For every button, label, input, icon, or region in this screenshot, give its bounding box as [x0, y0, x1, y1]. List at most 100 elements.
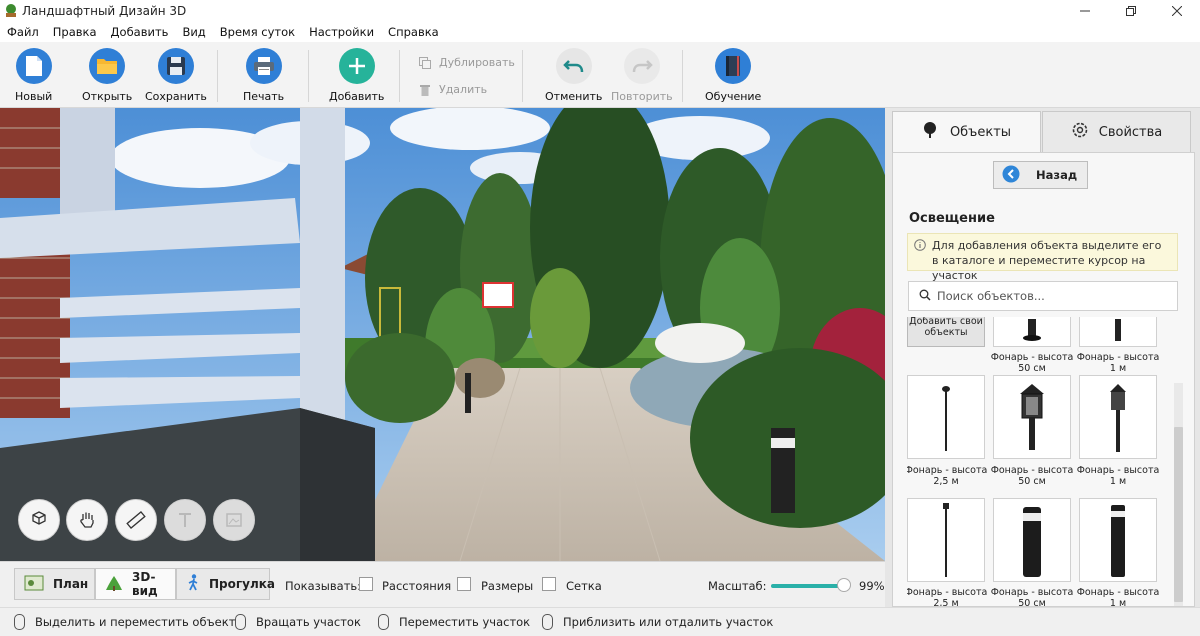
lamp-item-2-5m[interactable] — [907, 375, 985, 459]
toolbar-separator — [522, 50, 523, 102]
tab-objects[interactable]: Объекты — [892, 111, 1041, 152]
menu-settings[interactable]: Настройки — [302, 22, 381, 42]
lamp-item-2-5m[interactable] — [907, 498, 985, 582]
scale-slider-thumb[interactable] — [837, 578, 851, 592]
undo-button[interactable]: Отменить — [545, 48, 602, 103]
show-label: Показывать: — [285, 579, 362, 593]
toolbar-separator — [399, 50, 400, 102]
plan-icon — [24, 575, 44, 594]
short-bollard-lamp-icon — [1023, 319, 1041, 341]
menu-help[interactable]: Справка — [381, 22, 446, 42]
toolbar-separator — [308, 50, 309, 102]
print-button[interactable]: Печать — [243, 48, 284, 103]
tall-thin-lamp-icon — [943, 503, 949, 577]
hint-zoom: Приблизить или отдалить участок — [542, 614, 773, 630]
lamp-item-1m[interactable] — [1079, 375, 1157, 459]
new-file-icon — [15, 48, 52, 84]
tab-properties[interactable]: Свойства — [1042, 111, 1191, 152]
catalog-scroll-thumb[interactable] — [1174, 427, 1183, 602]
object-search-input[interactable]: Поиск объектов... — [908, 281, 1178, 311]
delete-button[interactable]: Удалить — [419, 83, 487, 96]
lights-grid: Добавить свои объекты Фонарь - высота 50… — [907, 317, 1169, 607]
text-tool-button[interactable] — [164, 499, 206, 541]
cubes-icon — [32, 511, 46, 525]
text-icon — [179, 513, 191, 527]
lamp-item-1m[interactable] — [1079, 317, 1157, 347]
measure-tool-button[interactable] — [115, 499, 157, 541]
printer-icon — [245, 48, 282, 84]
trash-icon — [419, 84, 431, 96]
scale-slider[interactable] — [771, 584, 847, 588]
scene-3d-viewport[interactable] — [0, 108, 885, 561]
pan-tool-button[interactable] — [66, 499, 108, 541]
add-button[interactable]: Добавить — [329, 48, 384, 103]
catalog-scrollbar[interactable] — [1174, 383, 1183, 606]
back-button[interactable]: Назад — [993, 161, 1088, 189]
menu-view[interactable]: Вид — [175, 22, 212, 42]
tall-post-lamp-icon — [942, 386, 950, 451]
plus-icon — [338, 48, 375, 84]
duplicate-icon — [419, 56, 431, 69]
folder-icon — [89, 48, 126, 84]
menu-add[interactable]: Добавить — [104, 22, 176, 42]
tab-plan[interactable]: План — [14, 568, 95, 600]
save-label: Сохранить — [145, 90, 207, 103]
menu-file[interactable]: Файл — [0, 22, 46, 42]
lantern-lamp-icon — [1020, 384, 1044, 450]
ruler-icon — [126, 511, 146, 529]
minimize-button[interactable] — [1062, 0, 1108, 22]
mouse-left-click-icon — [14, 614, 25, 630]
tree-icon — [922, 121, 938, 143]
info-icon — [914, 239, 926, 255]
redo-button[interactable]: Повторить — [611, 48, 673, 103]
undo-icon — [555, 48, 592, 84]
category-title: Освещение — [909, 211, 995, 226]
lamp-item-label: Фонарь - высота 50 см — [990, 587, 1074, 607]
mouse-right-click-icon — [235, 614, 246, 630]
menu-time-of-day[interactable]: Время суток — [213, 22, 302, 42]
restore-button[interactable] — [1108, 0, 1154, 22]
lamp-item-label: Фонарь - высота 50 см — [990, 352, 1074, 374]
scale-label: Масштаб: — [708, 579, 767, 593]
distances-checkbox[interactable] — [359, 577, 373, 591]
delete-label: Удалить — [439, 83, 488, 96]
distances-label: Расстояния — [382, 579, 452, 593]
menu-edit[interactable]: Правка — [46, 22, 104, 42]
add-own-objects-button[interactable]: Добавить свои объекты — [907, 317, 985, 347]
learn-button[interactable]: Обучение — [705, 48, 761, 103]
catalog-hint: Для добавления объекта выделите его в ка… — [907, 233, 1178, 282]
select-objects-tool-button[interactable] — [18, 499, 60, 541]
open-button[interactable]: Открыть — [82, 48, 132, 103]
window-title: Ландшафтный Дизайн 3D — [22, 4, 187, 18]
plant-3d-icon — [104, 574, 124, 595]
dimensions-checkbox[interactable] — [457, 577, 471, 591]
redo-icon — [623, 48, 660, 84]
status-bar: Выделить и переместить объект Вращать уч… — [0, 607, 1200, 636]
duplicate-button[interactable]: Дублировать — [419, 56, 515, 69]
close-button[interactable] — [1154, 0, 1200, 22]
hint-move: Переместить участок — [378, 614, 530, 630]
image-tool-button[interactable] — [213, 499, 255, 541]
post-lantern-icon — [1110, 384, 1126, 452]
walking-person-icon — [187, 573, 201, 595]
search-placeholder: Поиск объектов... — [937, 289, 1045, 303]
new-button[interactable]: Новый — [15, 48, 52, 103]
tab-3d-view[interactable]: 3D-вид — [95, 568, 176, 600]
picture-icon — [226, 513, 242, 527]
view-mode-bar: План 3D-вид Прогулка Показывать: Расстоя… — [0, 561, 885, 607]
save-button[interactable]: Сохранить — [145, 48, 207, 103]
lamp-item-label: Фонарь - высота 1 м — [1076, 352, 1160, 374]
tab-walk[interactable]: Прогулка — [176, 568, 275, 600]
lamp-item-50cm[interactable] — [993, 375, 1071, 459]
lamp-item-1m[interactable] — [1079, 498, 1157, 582]
grid-checkbox[interactable] — [542, 577, 556, 591]
mouse-middle-click-icon — [378, 614, 389, 630]
hand-icon — [80, 512, 94, 528]
lamp-item-50cm[interactable] — [993, 498, 1071, 582]
search-icon — [919, 289, 931, 304]
back-arrow-icon — [1002, 165, 1020, 186]
lamp-item-50cm[interactable] — [993, 317, 1071, 347]
objects-panel: Объекты Свойства Назад Освещение Для доб… — [885, 108, 1200, 607]
hint-zoom-text: Приблизить или отдалить участок — [563, 615, 774, 629]
objects-catalog: Назад Освещение Для добавления объекта в… — [892, 152, 1195, 607]
